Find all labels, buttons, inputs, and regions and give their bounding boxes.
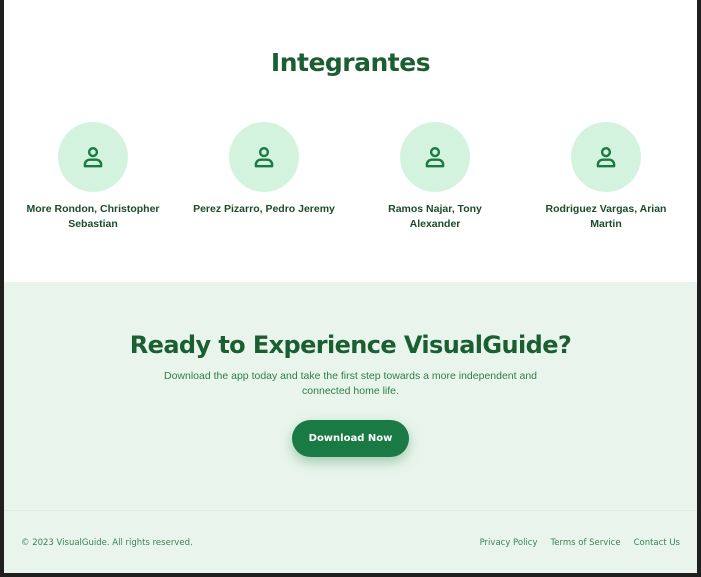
team-section: Integrantes More Rondon, Christopher Seb… bbox=[4, 0, 697, 282]
user-icon bbox=[425, 147, 445, 168]
member-card: Rodriguez Vargas, Arian Martin bbox=[531, 122, 681, 232]
member-card: Ramos Najar, Tony Alexander bbox=[360, 122, 510, 232]
contact-us-link[interactable]: Contact Us bbox=[634, 538, 680, 548]
download-now-button[interactable]: Download Now bbox=[292, 420, 409, 457]
cta-subtitle: Download the app today and take the firs… bbox=[164, 370, 537, 397]
member-avatar bbox=[571, 122, 641, 192]
user-icon bbox=[254, 147, 274, 168]
member-avatar bbox=[400, 122, 470, 192]
member-name: Perez Pizarro, Pedro Jeremy bbox=[193, 203, 335, 215]
privacy-policy-link[interactable]: Privacy Policy bbox=[480, 538, 538, 548]
member-card: Perez Pizarro, Pedro Jeremy bbox=[189, 122, 339, 217]
copyright-text: © 2023 VisualGuide. All rights reserved. bbox=[21, 538, 193, 548]
member-avatar bbox=[229, 122, 299, 192]
user-icon bbox=[83, 147, 103, 168]
member-name: Ramos Najar, Tony Alexander bbox=[388, 203, 482, 230]
member-card: More Rondon, Christopher Sebastian bbox=[18, 122, 168, 232]
window-edge bbox=[697, 0, 701, 577]
team-title: Integrantes bbox=[270, 48, 431, 77]
terms-of-service-link[interactable]: Terms of Service bbox=[551, 538, 621, 548]
page-frame: Integrantes More Rondon, Christopher Seb… bbox=[4, 0, 697, 573]
footer-links: Privacy Policy Terms of Service Contact … bbox=[480, 538, 680, 548]
member-name: More Rondon, Christopher Sebastian bbox=[26, 203, 160, 230]
member-avatar bbox=[58, 122, 128, 192]
member-name: Rodriguez Vargas, Arian Martin bbox=[545, 203, 667, 230]
cta-title: Ready to Experience VisualGuide? bbox=[129, 331, 572, 359]
user-icon bbox=[596, 147, 616, 168]
cta-section: Ready to Experience VisualGuide? Downloa… bbox=[4, 282, 697, 510]
footer: © 2023 VisualGuide. All rights reserved.… bbox=[4, 510, 697, 573]
